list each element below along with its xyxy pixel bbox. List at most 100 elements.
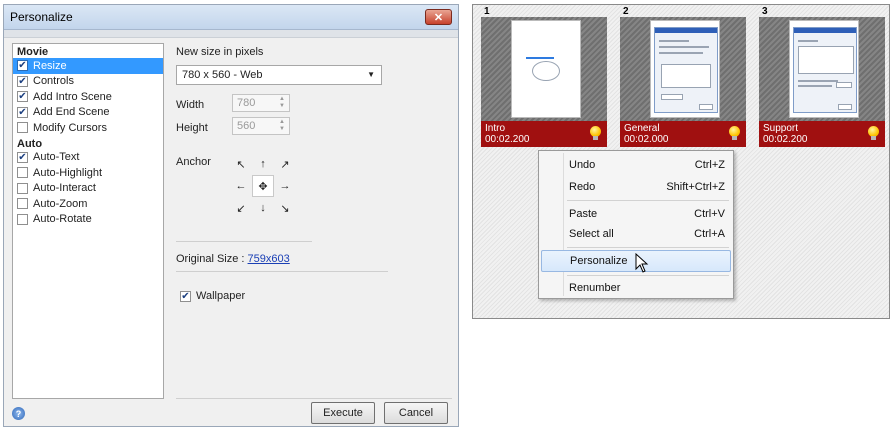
dialog-titlebar: Personalize ✕ bbox=[4, 5, 458, 30]
menu-separator bbox=[567, 275, 729, 276]
option-resize[interactable]: ✔ Resize bbox=[13, 58, 163, 74]
original-size-link[interactable]: 759x603 bbox=[248, 253, 290, 265]
checkbox-auto-highlight[interactable] bbox=[17, 167, 28, 179]
help-icon[interactable]: ? bbox=[12, 407, 25, 420]
menu-item-shortcut: Shift+Ctrl+Z bbox=[666, 181, 725, 193]
divider bbox=[176, 271, 388, 272]
checkbox-wallpaper[interactable]: ✔ bbox=[180, 290, 191, 302]
context-menu: Undo Ctrl+Z Redo Shift+Ctrl+Z Paste Ctrl… bbox=[538, 150, 734, 299]
new-size-heading: New size in pixels bbox=[176, 46, 264, 58]
divider bbox=[176, 398, 452, 399]
menu-item-shortcut: Ctrl+A bbox=[694, 228, 725, 240]
preview-button bbox=[661, 94, 683, 100]
size-select[interactable]: 780 x 560 - Web ▼ bbox=[176, 65, 382, 85]
checkbox-add-end-scene[interactable]: ✔ bbox=[17, 106, 28, 118]
preview-button bbox=[836, 82, 852, 88]
preview-highlight bbox=[526, 57, 554, 59]
anchor-right-icon[interactable]: → bbox=[274, 175, 296, 197]
scene-card[interactable]: 1 Intro 00:02.200 bbox=[474, 6, 610, 147]
option-label: Auto-Highlight bbox=[33, 166, 103, 179]
anchor-bottom-left-icon[interactable]: ↙ bbox=[230, 197, 252, 219]
scene-info-bar: Intro 00:02.200 bbox=[481, 121, 607, 147]
menu-item-label: Redo bbox=[569, 181, 596, 193]
spinner-arrows-icon[interactable]: ▲ ▼ bbox=[279, 96, 285, 110]
height-label: Height bbox=[176, 122, 208, 134]
menu-item-label: Paste bbox=[569, 208, 598, 220]
menu-item-select-all[interactable]: Select all Ctrl+A bbox=[541, 223, 731, 245]
preview-titlebar bbox=[655, 28, 717, 33]
scene-duration: 00:02.200 bbox=[763, 134, 808, 145]
scene-card[interactable]: 3 Support 00:02.200 bbox=[752, 6, 888, 147]
menu-item-paste[interactable]: Paste Ctrl+V bbox=[541, 203, 731, 225]
anchor-top-right-icon[interactable]: ↗ bbox=[274, 153, 296, 175]
checkbox-auto-rotate[interactable] bbox=[17, 213, 28, 225]
option-add-intro-scene[interactable]: ✔ Add Intro Scene bbox=[13, 89, 163, 105]
preview-line bbox=[798, 80, 838, 82]
option-label: Add Intro Scene bbox=[33, 90, 112, 103]
menu-item-renumber[interactable]: Renumber bbox=[541, 277, 731, 299]
preview-group bbox=[661, 64, 711, 88]
anchor-top-icon[interactable]: ↑ bbox=[252, 153, 274, 175]
option-add-end-scene[interactable]: ✔ Add End Scene bbox=[13, 105, 163, 121]
option-label: Controls bbox=[33, 75, 74, 88]
preview-group bbox=[798, 46, 854, 74]
scene-duration: 00:02.200 bbox=[485, 134, 530, 145]
scene-thumbnail[interactable] bbox=[481, 17, 607, 121]
option-label: Modify Cursors bbox=[33, 121, 107, 134]
scene-info-bar: General 00:02.000 bbox=[620, 121, 746, 147]
anchor-left-icon[interactable]: ← bbox=[230, 175, 252, 197]
width-label: Width bbox=[176, 99, 205, 111]
anchor-top-left-icon[interactable]: ↖ bbox=[230, 153, 252, 175]
width-spinner[interactable]: 780 ▲ ▼ bbox=[232, 94, 290, 112]
lightbulb-icon[interactable] bbox=[729, 126, 740, 140]
cancel-button[interactable]: Cancel bbox=[384, 402, 448, 424]
option-auto-highlight[interactable]: Auto-Highlight bbox=[13, 165, 163, 181]
checkbox-auto-text[interactable]: ✔ bbox=[17, 151, 28, 163]
lightbulb-icon[interactable] bbox=[868, 126, 879, 140]
option-controls[interactable]: ✔ Controls bbox=[13, 74, 163, 90]
checkbox-auto-interact[interactable] bbox=[17, 182, 28, 194]
option-auto-rotate[interactable]: Auto-Rotate bbox=[13, 212, 163, 228]
execute-button[interactable]: Execute bbox=[311, 402, 375, 424]
scene-name: Intro bbox=[485, 123, 506, 134]
anchor-center-icon[interactable]: ✥ bbox=[252, 175, 274, 197]
close-button[interactable]: ✕ bbox=[425, 9, 452, 25]
menu-item-label: Personalize bbox=[570, 255, 628, 267]
menu-item-shortcut: Ctrl+Z bbox=[694, 159, 725, 171]
menu-item-label: Renumber bbox=[569, 282, 621, 294]
checkbox-add-intro-scene[interactable]: ✔ bbox=[17, 91, 28, 103]
checkbox-resize[interactable]: ✔ bbox=[17, 60, 28, 72]
option-auto-text[interactable]: ✔ Auto-Text bbox=[13, 150, 163, 166]
group-heading-auto: Auto bbox=[17, 137, 43, 150]
preview-titlebar bbox=[794, 28, 856, 33]
preview-line bbox=[659, 46, 709, 48]
menu-item-label: Select all bbox=[569, 228, 614, 240]
scene-card[interactable]: 2 General 00:02.000 bbox=[613, 6, 749, 147]
preview-line bbox=[659, 52, 703, 54]
group-heading-movie: Movie bbox=[17, 46, 49, 58]
lightbulb-icon[interactable] bbox=[590, 126, 601, 140]
menu-item-undo[interactable]: Undo Ctrl+Z bbox=[541, 154, 731, 176]
scene-preview bbox=[789, 20, 859, 118]
option-modify-cursors[interactable]: Modify Cursors bbox=[13, 120, 163, 136]
menu-item-redo[interactable]: Redo Shift+Ctrl+Z bbox=[541, 176, 731, 198]
height-spinner[interactable]: 560 ▲ ▼ bbox=[232, 117, 290, 135]
scene-thumbnail[interactable] bbox=[759, 17, 885, 121]
option-auto-interact[interactable]: Auto-Interact bbox=[13, 181, 163, 197]
scene-number: 3 bbox=[762, 6, 768, 17]
anchor-bottom-right-icon[interactable]: ↘ bbox=[274, 197, 296, 219]
anchor-bottom-icon[interactable]: ↓ bbox=[252, 197, 274, 219]
option-label: Auto-Text bbox=[33, 151, 80, 164]
scene-thumbnail[interactable] bbox=[620, 17, 746, 121]
checkbox-auto-zoom[interactable] bbox=[17, 198, 28, 210]
option-auto-zoom[interactable]: Auto-Zoom bbox=[13, 196, 163, 212]
wallpaper-option[interactable]: ✔ Wallpaper bbox=[180, 290, 245, 302]
spinner-arrows-icon[interactable]: ▲ ▼ bbox=[279, 119, 285, 133]
option-list: Movie ✔ Resize ✔ Controls ✔ Add Intro Sc… bbox=[12, 43, 164, 399]
checkbox-controls[interactable]: ✔ bbox=[17, 75, 28, 87]
scene-duration: 00:02.000 bbox=[624, 134, 669, 145]
width-value: 780 bbox=[237, 97, 256, 109]
menu-item-shortcut: Ctrl+V bbox=[694, 208, 725, 220]
close-icon: ✕ bbox=[433, 11, 444, 24]
checkbox-modify-cursors[interactable] bbox=[17, 122, 28, 134]
